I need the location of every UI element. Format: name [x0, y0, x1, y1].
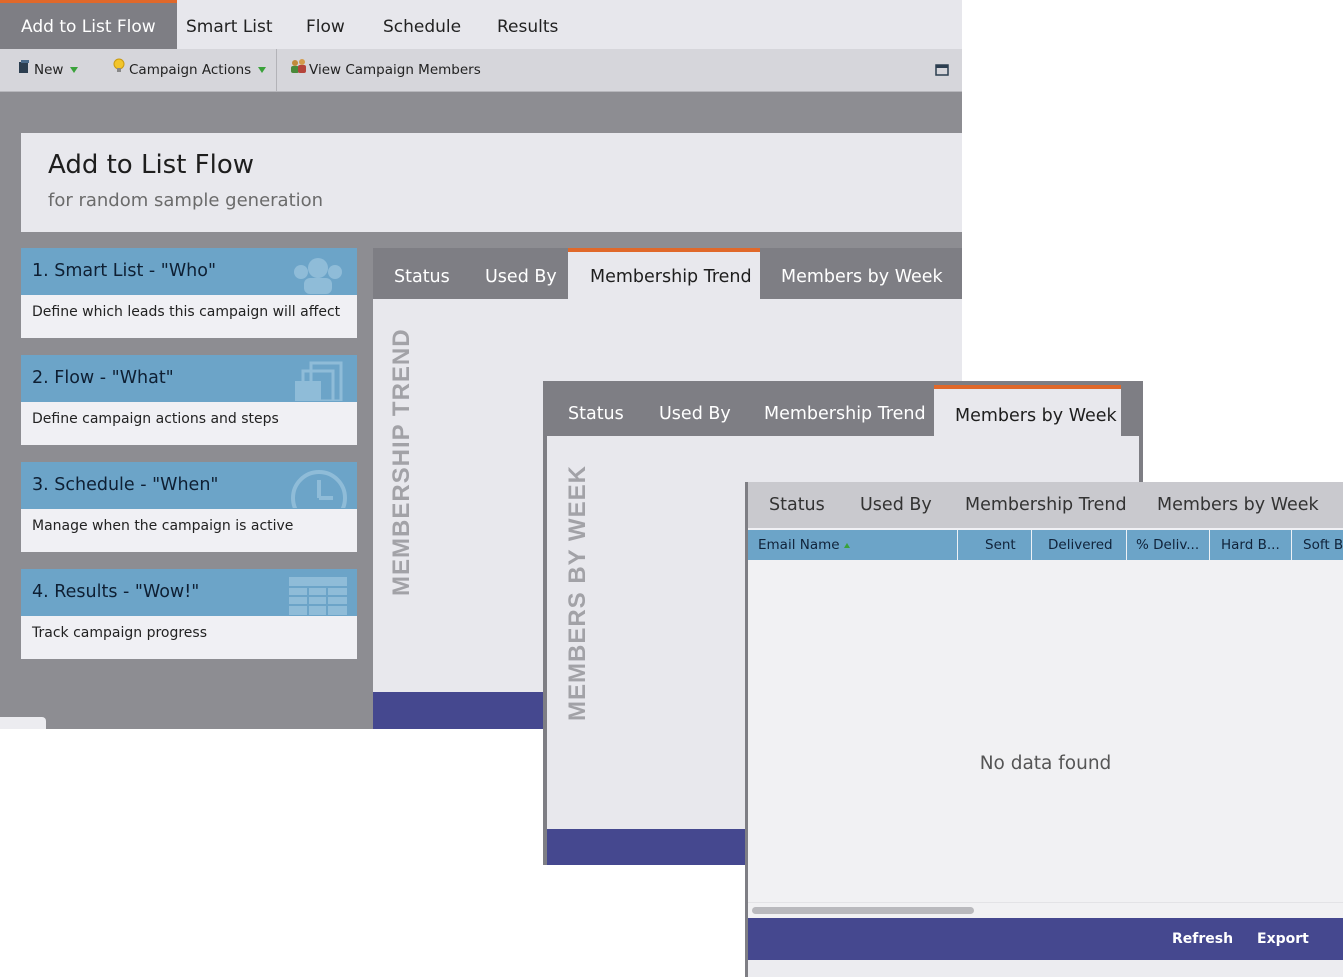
collapse-tab[interactable] [0, 717, 46, 729]
grid-header: Email Name Sent Delivered % Deliv... Har… [748, 528, 1343, 560]
window-bottom-edge [748, 960, 1343, 977]
column-hard-bounced[interactable]: Hard B... [1210, 530, 1292, 560]
panel-tab-bar: Status Used By Membership Trend Members … [748, 482, 1343, 528]
horizontal-scrollbar[interactable] [748, 902, 1343, 916]
tab-membership-trend[interactable]: Membership Trend [568, 248, 760, 299]
tab-membership-trend[interactable]: Membership Trend [764, 381, 926, 432]
new-icon [18, 49, 30, 91]
tab-add-to-list-flow[interactable]: Add to List Flow [0, 0, 177, 49]
new-button[interactable]: New [18, 49, 79, 91]
tab-used-by[interactable]: Used By [659, 381, 731, 432]
panel-tab-bar: Status Used By Membership Trend Members … [547, 381, 1139, 436]
lightbulb-icon [113, 49, 125, 91]
step-schedule[interactable]: 3. Schedule - "When" Manage when the cam… [21, 462, 357, 552]
tab-results[interactable]: Results [476, 0, 579, 49]
panel-vertical-label: MEMBERSHIP TREND [388, 328, 415, 596]
tab-flow[interactable]: Flow [285, 0, 366, 49]
empty-state-message: No data found [979, 753, 1112, 774]
step-title: 2. Flow - "What" [32, 368, 174, 388]
page-title: Add to List Flow [48, 150, 255, 180]
column-soft-bounced[interactable]: Soft Bo [1292, 530, 1343, 560]
column-email-name[interactable]: Email Name [748, 530, 958, 560]
step-description: Define campaign actions and steps [32, 411, 279, 427]
tab-members-by-week[interactable]: Members by Week [934, 385, 1121, 436]
window-icon[interactable] [935, 49, 949, 91]
column-label: Email Name [758, 537, 840, 553]
tab-members-by-week[interactable]: Members by Week [1157, 482, 1319, 533]
table-icon [289, 577, 347, 615]
toolbar: New Campaign Actions View Campaign Membe… [0, 49, 962, 92]
tab-status[interactable]: Status [394, 248, 450, 299]
email-grid-window: Status Used By Membership Trend Members … [745, 482, 1343, 977]
step-title: 1. Smart List - "Who" [32, 261, 216, 281]
tab-status[interactable]: Status [769, 482, 825, 533]
new-label: New [34, 62, 64, 78]
people-icon [290, 49, 308, 91]
tab-membership-trend[interactable]: Membership Trend [965, 482, 1127, 533]
column-sent[interactable]: Sent [958, 530, 1032, 560]
step-title: 4. Results - "Wow!" [32, 582, 200, 602]
clock-icon [291, 470, 347, 508]
tab-used-by[interactable]: Used By [860, 482, 932, 533]
campaign-actions-button[interactable]: Campaign Actions [113, 49, 267, 91]
step-description: Track campaign progress [32, 625, 207, 641]
tab-members-by-week[interactable]: Members by Week [781, 248, 943, 299]
sort-ascending-icon [843, 542, 850, 548]
tab-schedule[interactable]: Schedule [362, 0, 482, 49]
people-icon [294, 258, 342, 294]
toolbar-divider [276, 49, 277, 91]
top-tab-bar: Add to List Flow Smart List Flow Schedul… [0, 0, 962, 49]
step-smart-list[interactable]: 1. Smart List - "Who" Define which leads… [21, 248, 357, 338]
panel-tab-bar: Status Used By Membership Trend Members … [373, 248, 962, 299]
tab-used-by[interactable]: Used By [485, 248, 557, 299]
stacked-pages-icon [295, 361, 343, 401]
column-delivered[interactable]: Delivered [1032, 530, 1127, 560]
step-results[interactable]: 4. Results - "Wow!" Track campaign progr… [21, 569, 357, 659]
step-description: Define which leads this campaign will af… [32, 304, 341, 320]
dropdown-arrow-icon [70, 67, 79, 73]
view-campaign-members-button[interactable]: View Campaign Members [290, 49, 481, 91]
scrollbar-thumb[interactable] [752, 907, 974, 914]
refresh-button[interactable]: Refresh [1172, 918, 1233, 960]
campaign-actions-label: Campaign Actions [129, 62, 252, 78]
grid-footer: Refresh Export [748, 918, 1343, 960]
panel-vertical-label: MEMBERS BY WEEK [564, 465, 591, 721]
dropdown-arrow-icon [258, 67, 267, 73]
column-percent-delivered[interactable]: % Deliv... [1127, 530, 1210, 560]
step-title: 3. Schedule - "When" [32, 475, 219, 495]
step-description: Manage when the campaign is active [32, 518, 294, 534]
tab-smart-list[interactable]: Smart List [165, 0, 294, 49]
view-campaign-members-label: View Campaign Members [309, 62, 481, 78]
tab-status[interactable]: Status [568, 381, 624, 432]
export-button[interactable]: Export [1257, 918, 1309, 960]
page-subtitle: for random sample generation [48, 190, 324, 211]
step-flow[interactable]: 2. Flow - "What" Define campaign actions… [21, 355, 357, 445]
campaign-header: Add to List Flow for random sample gener… [21, 133, 962, 232]
